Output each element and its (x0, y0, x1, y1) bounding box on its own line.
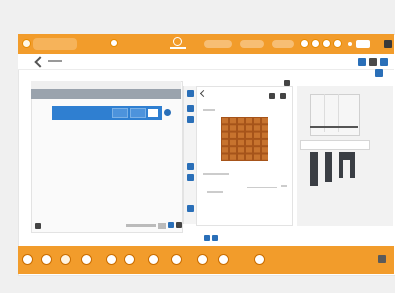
remove-icon[interactable] (186, 205, 194, 212)
list-header (31, 89, 181, 99)
field-label-2 (207, 191, 223, 193)
tool-11-icon[interactable] (254, 254, 265, 265)
left-footer-icon[interactable] (35, 223, 41, 229)
model-leg-2 (325, 152, 332, 182)
bottom-toolbar (18, 246, 394, 274)
tool-5-icon[interactable] (106, 254, 117, 265)
tool-8-icon[interactable] (171, 254, 182, 265)
settings-icon[interactable] (380, 58, 388, 66)
copy-icon[interactable] (186, 174, 194, 181)
project-badge[interactable] (33, 38, 77, 50)
tool-7-icon[interactable] (148, 254, 159, 265)
model-shelf (300, 140, 370, 150)
app-logo-icon[interactable] (22, 39, 31, 48)
grid-panel-preview (221, 117, 268, 161)
model-frame (310, 94, 360, 136)
tool-1-icon[interactable] (22, 254, 33, 265)
circle-icon[interactable] (322, 39, 331, 48)
preview-icon-1[interactable] (269, 93, 275, 99)
model-leg-1 (310, 152, 318, 186)
circle-icon[interactable] (333, 39, 342, 48)
breadcrumb (48, 60, 62, 62)
page-input[interactable] (158, 223, 166, 229)
user-menu[interactable] (356, 40, 370, 48)
move-down-icon[interactable] (186, 105, 194, 112)
tool-3-icon[interactable] (60, 254, 71, 265)
field-input-1[interactable] (247, 181, 277, 188)
center-indicator-base (170, 47, 186, 49)
info-badge-3 (272, 40, 294, 48)
list-item-selected[interactable] (52, 106, 162, 120)
list-cell (130, 108, 146, 118)
toolbar-end-icon[interactable] (378, 255, 386, 263)
save-icon[interactable] (358, 58, 366, 66)
row-action-icon[interactable] (164, 109, 171, 116)
field-label-1 (203, 173, 229, 175)
view-next-icon[interactable] (212, 235, 218, 241)
print-icon[interactable] (369, 58, 377, 66)
project-badge-close-icon[interactable] (110, 39, 118, 47)
add-icon[interactable] (186, 116, 194, 123)
sub-toolbar (18, 54, 394, 70)
left-panel-top-strip (31, 81, 181, 89)
delete-icon[interactable] (176, 222, 182, 228)
tool-2-icon[interactable] (41, 254, 52, 265)
list-cell (112, 108, 128, 118)
preview-back-icon[interactable] (199, 89, 208, 98)
menu-button[interactable] (384, 40, 392, 48)
info-badge-2 (240, 40, 264, 48)
tool-10-icon[interactable] (218, 254, 229, 265)
back-arrow-icon[interactable] (34, 56, 46, 68)
info-badge-1 (204, 40, 232, 48)
grid-panel-pattern (221, 117, 268, 161)
list-cell-checkbox[interactable] (148, 109, 158, 117)
tool-4-icon[interactable] (81, 254, 92, 265)
circle-icon[interactable] (300, 39, 309, 48)
field-input-2[interactable] (281, 185, 287, 187)
view-prev-icon[interactable] (204, 235, 210, 241)
refresh-icon[interactable] (168, 222, 174, 228)
vertical-toolbar (183, 86, 197, 224)
edit-icon[interactable] (186, 163, 194, 170)
move-up-icon[interactable] (186, 90, 194, 97)
item-list-panel (31, 81, 183, 233)
model-leg-gap (343, 160, 350, 178)
circle-icon[interactable] (311, 39, 320, 48)
view-switcher (190, 232, 230, 244)
top-bar (18, 34, 394, 54)
user-dot-icon[interactable] (348, 42, 352, 46)
preview-caption (203, 109, 215, 111)
model-rail (310, 126, 358, 128)
panel-close-icon[interactable] (375, 69, 383, 77)
tool-6-icon[interactable] (124, 254, 135, 265)
model-3d-view (297, 86, 393, 226)
tool-9-icon[interactable] (197, 254, 208, 265)
left-footer-label (126, 224, 156, 227)
center-indicator-icon (173, 37, 182, 46)
preview-icon-2[interactable] (280, 93, 286, 99)
